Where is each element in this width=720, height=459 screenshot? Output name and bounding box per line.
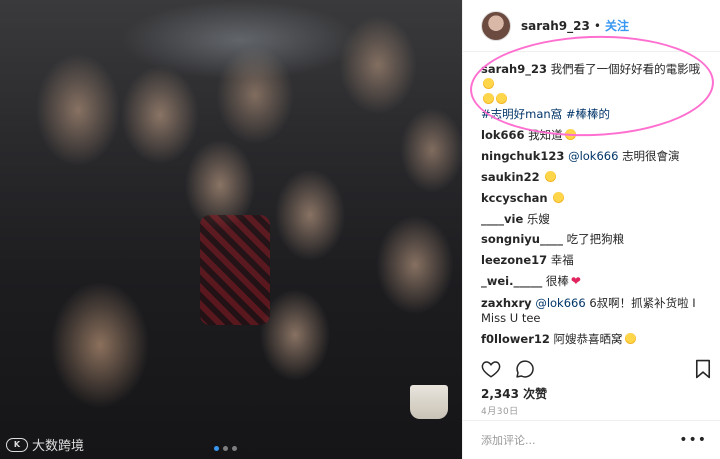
comment-bubble-icon[interactable] [515, 359, 535, 379]
comment-mention[interactable]: @lok666 [568, 149, 618, 163]
red-heart-emoji-icon: ❤ [570, 274, 581, 289]
comment-row: saukin22 [481, 170, 711, 185]
like-count[interactable]: 2,343 次赞 [481, 385, 547, 402]
smile-emoji-icon [624, 332, 636, 344]
comment-username[interactable]: zaxhxry [481, 296, 532, 310]
smile-emoji-icon [545, 170, 557, 182]
carousel-dot [223, 446, 228, 451]
comment-input[interactable] [481, 433, 680, 447]
smile-emoji-icon [553, 191, 565, 203]
comment-username[interactable]: songniyu____ [481, 232, 563, 246]
comment-text: 幸福 [550, 253, 574, 268]
comment-text: 吃了把狗粮 [566, 232, 625, 247]
follow-button[interactable]: 关注 [605, 17, 629, 34]
plaid-shirt [200, 215, 270, 325]
comment-text: 志明很會演 [622, 148, 680, 163]
add-comment-bar: ••• [463, 420, 720, 459]
drink-cup [410, 385, 448, 419]
watermark-logo: K [6, 437, 28, 452]
separator-dot: • [593, 18, 601, 33]
comment-text: 阿嫂恭喜晒窝 [553, 331, 623, 346]
comment-row: kccyschan [481, 191, 711, 206]
comment-username[interactable]: ____vie [481, 212, 523, 226]
comment-row: _wei._____ 很棒 ❤ [481, 274, 711, 290]
comment-text: 乐嫂 [526, 211, 550, 226]
comment-row: ____vie 乐嫂 [481, 212, 711, 227]
comment-username[interactable]: f0llower12 [481, 332, 550, 346]
watermark: K 大数跨境 [6, 435, 84, 454]
carousel-dots [214, 446, 237, 451]
carousel-dot-active [214, 446, 219, 451]
action-bar [481, 356, 711, 382]
comment-username[interactable]: saukin22 [481, 170, 540, 184]
comment-username[interactable]: _wei._____ [481, 274, 542, 288]
author-avatar[interactable] [481, 10, 511, 41]
comment-username[interactable]: kccyschan [481, 191, 548, 205]
more-options-icon[interactable]: ••• [679, 432, 707, 448]
comment-row: ningchuk123 @lok666 志明很會演 [481, 149, 711, 164]
post-photo[interactable]: K 大数跨境 [0, 0, 462, 459]
comment-username[interactable]: leezone17 [481, 253, 547, 267]
heart-outline-icon[interactable] [481, 360, 501, 378]
comment-row: zaxhxry @lok666 6叔啊！抓紧补货啦 I Miss U tee [481, 296, 711, 326]
background-light [120, 0, 360, 80]
comment-row: f0llower12 阿嫂恭喜晒窝 [481, 332, 711, 347]
carousel-dot [232, 446, 237, 451]
bookmark-icon[interactable] [695, 359, 711, 379]
comment-row: leezone17 幸福 [481, 253, 711, 268]
comment-row: songniyu____ 吃了把狗粮 [481, 232, 711, 247]
post-date: 4月30日 [481, 407, 519, 417]
comment-username[interactable]: lok666 [481, 128, 525, 142]
comment-username[interactable]: ningchuk123 [481, 149, 564, 163]
comment-mention[interactable]: @lok666 [535, 296, 585, 310]
comment-text: 很棒 [545, 274, 569, 289]
author-username[interactable]: sarah9_23 [521, 19, 590, 33]
watermark-text: 大数跨境 [32, 439, 85, 454]
